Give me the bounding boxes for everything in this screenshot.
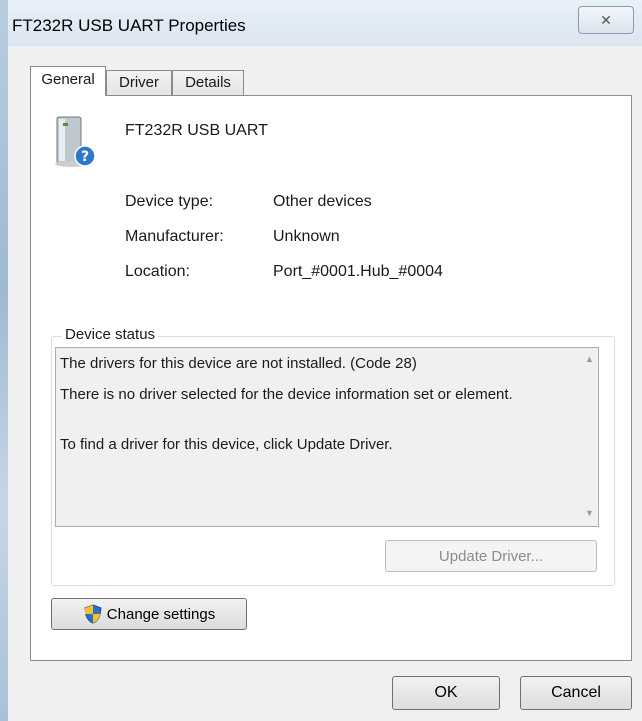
tab-label: General bbox=[41, 71, 95, 88]
status-line: To find a driver for this device, click … bbox=[60, 436, 393, 453]
device-name: FT232R USB UART bbox=[125, 122, 268, 139]
change-settings-button[interactable]: Change settings bbox=[51, 598, 247, 630]
device-type-value: Other devices bbox=[273, 193, 372, 210]
desktop-edge bbox=[0, 0, 8, 721]
status-line: There is no driver selected for the devi… bbox=[60, 386, 513, 403]
close-button[interactable]: ✕ bbox=[578, 6, 634, 34]
device-status-title: Device status bbox=[62, 326, 159, 343]
title-bar: FT232R USB UART Properties ✕ bbox=[8, 0, 642, 46]
scroll-up-icon[interactable]: ▲ bbox=[585, 354, 594, 364]
device-type-label: Device type: bbox=[125, 193, 214, 210]
update-driver-button[interactable]: Update Driver... bbox=[385, 540, 597, 572]
ok-button[interactable]: OK bbox=[392, 676, 500, 710]
vertical-scrollbar[interactable]: ▲ ▼ bbox=[581, 348, 598, 526]
unknown-device-icon: ? bbox=[55, 116, 96, 167]
properties-window: FT232R USB UART Properties ✕ General Dri… bbox=[8, 0, 642, 721]
manufacturer-value: Unknown bbox=[273, 228, 340, 245]
close-icon: ✕ bbox=[600, 11, 612, 28]
change-settings-label: Change settings bbox=[106, 605, 216, 623]
tab-label: Driver bbox=[119, 74, 159, 91]
scroll-down-icon[interactable]: ▼ bbox=[585, 508, 594, 518]
status-text: The drivers for this device are not inst… bbox=[60, 354, 560, 466]
location-value: Port_#0001.Hub_#0004 bbox=[273, 263, 443, 280]
general-tab-panel: ? FT232R USB UART Device type: Other dev… bbox=[30, 95, 632, 661]
shield-icon bbox=[84, 604, 102, 624]
device-status-textbox[interactable]: The drivers for this device are not inst… bbox=[55, 347, 599, 527]
window-title: FT232R USB UART Properties bbox=[12, 16, 246, 35]
svg-text:?: ? bbox=[81, 149, 89, 165]
location-label: Location: bbox=[125, 263, 190, 280]
tab-label: Details bbox=[185, 74, 231, 91]
tab-general[interactable]: General bbox=[30, 66, 106, 96]
status-line: The drivers for this device are not inst… bbox=[60, 355, 417, 372]
tab-driver[interactable]: Driver bbox=[106, 70, 172, 95]
cancel-button[interactable]: Cancel bbox=[520, 676, 632, 710]
manufacturer-label: Manufacturer: bbox=[125, 228, 224, 245]
tab-details[interactable]: Details bbox=[172, 70, 244, 95]
